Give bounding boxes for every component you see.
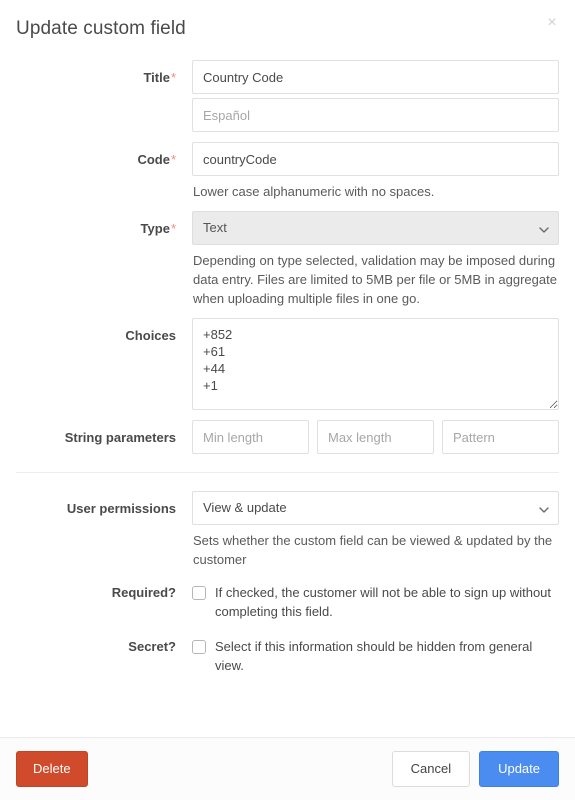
field-row-user-permissions: User permissions View & update Sets whet… [16, 491, 559, 569]
footer-actions: Cancel Update [391, 751, 559, 787]
required-marker: * [170, 70, 176, 85]
user-permissions-control-group: View & update Sets whether the custom fi… [192, 491, 559, 569]
title-input[interactable] [192, 60, 559, 94]
title-translation-input[interactable] [192, 98, 559, 132]
required-checkbox[interactable] [192, 586, 206, 600]
title-control-group [192, 60, 559, 132]
secret-checkbox-line: Select if this information should be hid… [192, 633, 559, 675]
required-label: Required? [111, 585, 176, 600]
dialog-body: Title* Code* Lower case alphanumeric wit… [0, 52, 575, 737]
max-length-input[interactable] [317, 420, 434, 454]
dialog-footer: Delete Cancel Update [0, 737, 575, 800]
secret-label: Secret? [128, 639, 176, 654]
choices-textarea[interactable]: +852 +61 +44 +1 [192, 318, 559, 410]
field-row-required: Required? If checked, the customer will … [16, 579, 559, 621]
min-length-input[interactable] [192, 420, 309, 454]
type-label: Type* [16, 211, 192, 238]
delete-button[interactable]: Delete [16, 751, 88, 787]
page-title: Update custom field [16, 18, 186, 39]
required-control-group: If checked, the customer will not be abl… [192, 579, 559, 621]
pattern-input[interactable] [442, 420, 559, 454]
user-permissions-select-wrapper: View & update [192, 491, 559, 525]
section-divider [16, 472, 559, 473]
code-input[interactable] [192, 142, 559, 176]
field-row-code: Code* Lower case alphanumeric with no sp… [16, 142, 559, 201]
string-parameters-control-group [192, 420, 559, 454]
secret-control-group: Select if this information should be hid… [192, 633, 559, 675]
required-checkbox-line: If checked, the customer will not be abl… [192, 579, 559, 621]
required-description: If checked, the customer will not be abl… [215, 585, 552, 619]
secret-checkbox[interactable] [192, 640, 206, 654]
user-permissions-select[interactable]: View & update [192, 491, 559, 525]
user-permissions-help-text: Sets whether the custom field can be vie… [193, 533, 553, 567]
type-help-text: Depending on type selected, validation m… [193, 253, 557, 306]
code-label: Code* [16, 142, 192, 169]
field-row-title: Title* [16, 60, 559, 132]
code-help-text: Lower case alphanumeric with no spaces. [193, 184, 435, 199]
code-label-text: Code [137, 152, 170, 167]
field-row-choices: Choices +852 +61 +44 +1 [16, 318, 559, 410]
field-row-type: Type* Text Depending on type selected, v… [16, 211, 559, 308]
update-button[interactable]: Update [479, 751, 559, 787]
required-marker: * [170, 152, 176, 167]
type-select[interactable]: Text [192, 211, 559, 245]
string-parameters-label: String parameters [64, 430, 176, 445]
title-label: Title* [16, 60, 192, 87]
dialog-header: Update custom field × [0, 0, 575, 52]
choices-label: Choices [125, 328, 176, 343]
user-permissions-label: User permissions [66, 501, 176, 516]
close-icon[interactable]: × [542, 13, 562, 33]
type-control-group: Text Depending on type selected, validat… [192, 211, 559, 308]
cancel-button[interactable]: Cancel [391, 751, 471, 787]
string-parameters-inputs [192, 420, 559, 454]
required-marker: * [170, 221, 176, 236]
type-select-wrapper: Text [192, 211, 559, 245]
update-custom-field-dialog: Update custom field × Title* Code* Lower… [0, 0, 575, 800]
field-row-string-parameters: String parameters [16, 420, 559, 454]
code-control-group: Lower case alphanumeric with no spaces. [192, 142, 559, 201]
secret-description: Select if this information should be hid… [215, 639, 533, 673]
title-label-text: Title [143, 70, 170, 85]
type-label-text: Type [140, 221, 170, 236]
choices-control-group: +852 +61 +44 +1 [192, 318, 559, 410]
field-row-secret: Secret? Select if this information shoul… [16, 633, 559, 675]
